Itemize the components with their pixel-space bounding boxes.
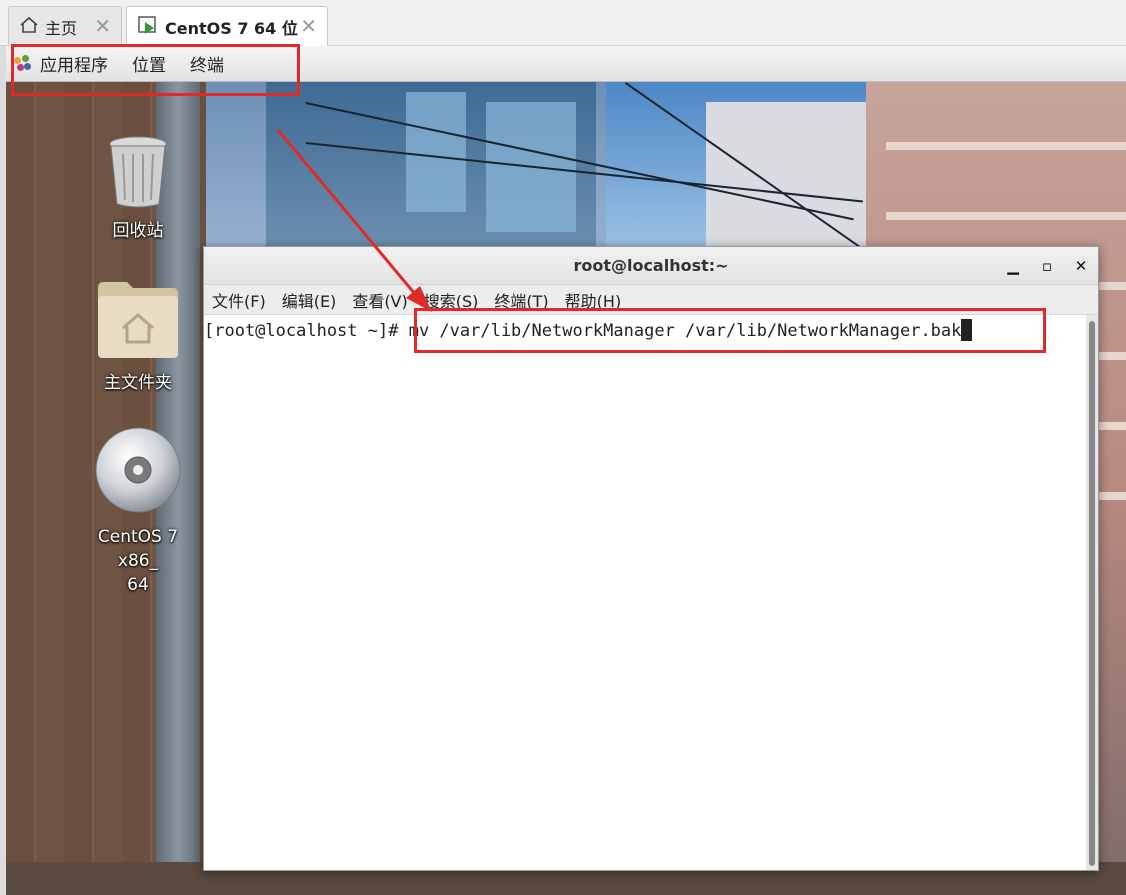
menu-file[interactable]: 文件(F): [212, 288, 266, 312]
terminal-titlebar[interactable]: root@localhost:~: [204, 247, 1098, 285]
terminal-output[interactable]: [root@localhost ~]# mv /var/lib/NetworkM…: [204, 315, 1086, 870]
close-icon[interactable]: ✕: [300, 16, 317, 36]
cdrom-label: CentOS 7 x86_ 64: [97, 527, 179, 595]
maximize-button[interactable]: ▫: [1036, 255, 1058, 277]
annotation-box-panel: [11, 44, 300, 96]
tab-home-label: 主页: [45, 18, 78, 38]
shell-prompt: [root@localhost ~]#: [204, 321, 409, 341]
trash-label: 回收站: [112, 221, 164, 241]
close-button[interactable]: ✕: [1070, 255, 1092, 277]
tab-home[interactable]: 主页 ✕: [8, 6, 122, 46]
home-icon: [19, 15, 39, 39]
menu-edit[interactable]: 编辑(E): [282, 288, 337, 312]
terminal-title: root@localhost:~: [573, 256, 729, 275]
desktop-icon-trash[interactable]: 回收站: [78, 134, 198, 243]
menu-view[interactable]: 查看(V): [352, 288, 407, 312]
desktop-icon-cdrom[interactable]: CentOS 7 x86_ 64: [78, 426, 198, 597]
minimize-button[interactable]: ▁: [1002, 255, 1024, 277]
annotation-box-command: [414, 308, 1046, 353]
vmware-tab-bar: 主页 ✕ CentOS 7 64 位 ✕: [0, 0, 1126, 46]
home-folder-label: 主文件夹: [104, 373, 172, 393]
wallpaper-building: [706, 102, 866, 252]
vm-play-icon: [137, 14, 159, 40]
tab-centos-vm[interactable]: CentOS 7 64 位 ✕: [126, 6, 328, 46]
close-icon[interactable]: ✕: [94, 16, 111, 36]
cdrom-icon: [94, 427, 182, 519]
scrollbar-thumb[interactable]: [1089, 321, 1095, 866]
home-folder-icon: [95, 282, 181, 365]
terminal-scrollbar[interactable]: [1086, 315, 1098, 870]
tab-vm-label: CentOS 7 64 位: [165, 18, 298, 38]
trash-icon: [107, 136, 169, 213]
desktop-icon-home-folder[interactable]: 主文件夹: [78, 278, 198, 395]
